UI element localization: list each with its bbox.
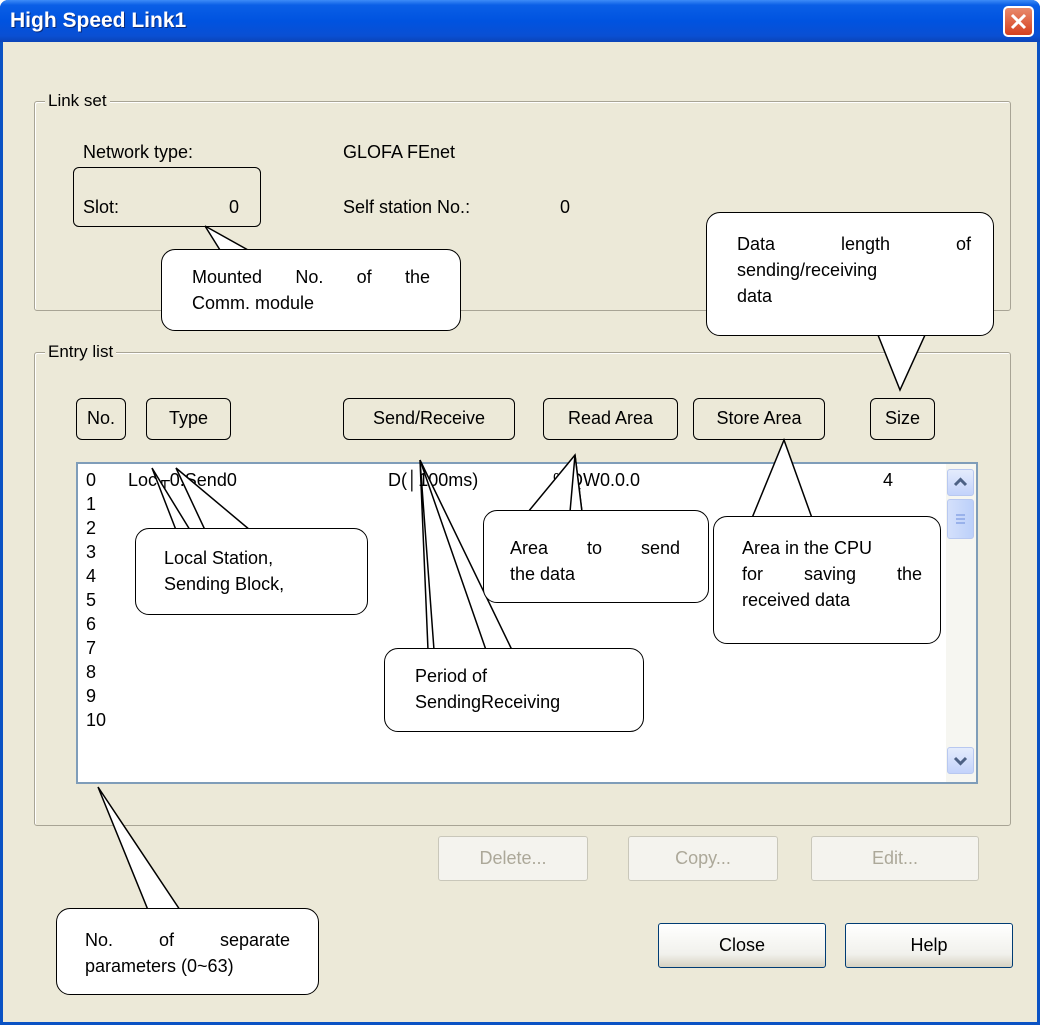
window-title: High Speed Link1 — [10, 9, 187, 32]
help-button[interactable]: Help — [845, 923, 1013, 968]
row-no: 1 — [86, 494, 97, 514]
scroll-down-button[interactable] — [947, 747, 974, 774]
header-no: No. — [76, 398, 126, 440]
callout-area-cpu-line2: for saving the — [742, 564, 922, 584]
callout-data-length: Data length of sending/receiving data — [706, 212, 994, 336]
callout-data-length-line3: data — [737, 286, 773, 306]
header-store-area: Store Area — [693, 398, 825, 440]
row-no: 3 — [86, 542, 97, 562]
row-no: 5 — [86, 590, 97, 610]
vertical-scrollbar[interactable] — [946, 464, 976, 782]
callout-period-line1: Period of — [415, 666, 488, 686]
self-station-value: 0 — [560, 197, 571, 217]
callout-area-send-line1: Area to send — [510, 538, 680, 558]
list-item[interactable]: 0 Loc╓0.Send0 D(│100ms) %QW0.0.0 4 — [78, 470, 938, 494]
network-type-value: GLOFA FEnet — [343, 142, 456, 162]
callout-area-cpu-line3: received data — [742, 590, 851, 610]
callout-area-cpu-line1: Area in the CPU — [742, 538, 873, 558]
scroll-up-button[interactable] — [947, 469, 974, 496]
callout-area-send: Area to send the data — [483, 510, 709, 603]
title-bar[interactable]: High Speed Link1 — [0, 0, 1040, 42]
copy-button[interactable]: Copy... — [628, 836, 778, 881]
grip-icon — [956, 514, 965, 524]
row-no: 9 — [86, 686, 97, 706]
callout-mounted: Mounted No. of the Comm. module — [161, 249, 461, 331]
callout-no-params-line1: No. of separate — [85, 930, 290, 950]
callout-area-cpu: Area in the CPU for saving the received … — [713, 516, 941, 644]
callout-data-length-line1: Data length of — [737, 234, 971, 254]
callout-no-params: No. of separate parameters (0~63) — [56, 908, 319, 995]
callout-period-line2: SendingReceiving — [415, 692, 561, 712]
row-no: 6 — [86, 614, 97, 634]
row-no: 0 — [86, 470, 97, 490]
row-no: 8 — [86, 662, 97, 682]
callout-local-station-line1: Local Station, — [164, 548, 274, 568]
callout-data-length-line2: sending/receiving — [737, 260, 878, 280]
row-no: 4 — [86, 566, 97, 586]
row-no: 2 — [86, 518, 97, 538]
header-read-area: Read Area — [543, 398, 678, 440]
scroll-thumb[interactable] — [947, 499, 974, 539]
close-window-button[interactable] — [1003, 6, 1034, 37]
edit-button[interactable]: Edit... — [811, 836, 979, 881]
callout-area-send-line2: the data — [510, 564, 576, 584]
link-set-legend: Link set — [45, 91, 110, 111]
self-station-label: Self station No.: — [343, 197, 471, 217]
chevron-up-icon — [953, 477, 968, 487]
header-size: Size — [870, 398, 935, 440]
close-icon — [1010, 13, 1027, 30]
callout-period: Period of SendingReceiving — [384, 648, 644, 732]
row-send-receive: D(│100ms) — [388, 470, 479, 490]
callout-local-station: Local Station, Sending Block, — [135, 528, 368, 615]
row-no: 10 — [86, 710, 107, 730]
delete-button[interactable]: Delete... — [438, 836, 588, 881]
header-send-receive: Send/Receive — [343, 398, 515, 440]
header-type: Type — [146, 398, 231, 440]
slot-highlight-box — [73, 167, 261, 227]
network-type-label: Network type: — [83, 142, 194, 162]
callout-mounted-line2: Comm. module — [192, 293, 315, 313]
chevron-down-icon — [953, 756, 968, 766]
callout-mounted-line1: Mounted No. of the — [192, 267, 430, 287]
entry-list-legend: Entry list — [45, 342, 117, 362]
row-type: Loc╓0.Send0 — [128, 470, 237, 490]
row-no: 7 — [86, 638, 97, 658]
close-button[interactable]: Close — [658, 923, 826, 968]
row-size: 4 — [883, 470, 894, 490]
row-read-area: %QW0.0.0 — [553, 470, 641, 490]
callout-no-params-line2: parameters (0~63) — [85, 956, 234, 976]
callout-local-station-line2: Sending Block, — [164, 574, 285, 594]
